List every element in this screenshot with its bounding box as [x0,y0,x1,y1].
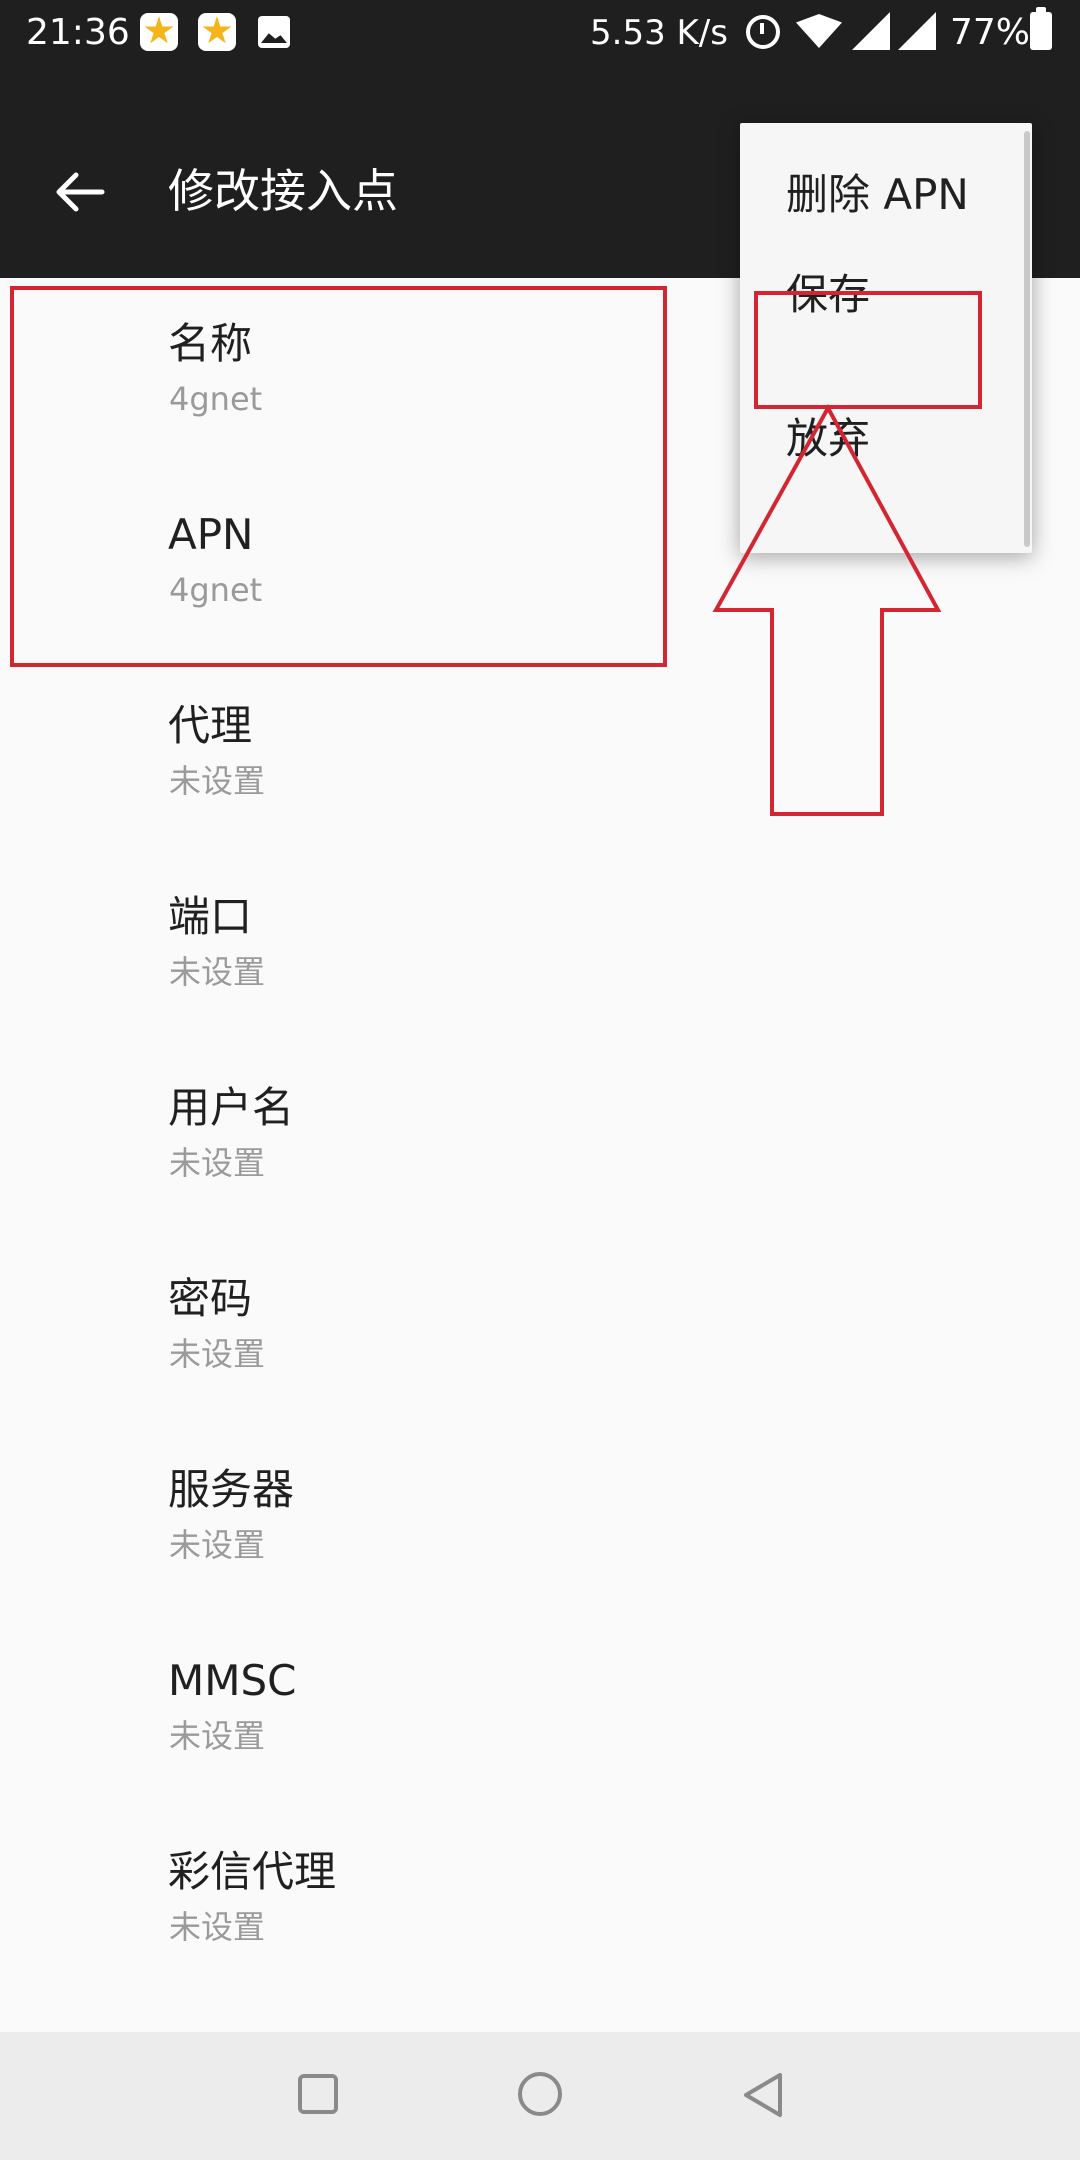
battery-icon [1030,7,1052,50]
item-value: 未设置 [169,1144,266,1182]
list-item-password[interactable]: 密码 未设置 [0,1233,1080,1424]
list-item-username[interactable]: 用户名 未设置 [0,1042,1080,1233]
item-value: 未设置 [169,1908,266,1946]
list-item-server[interactable]: 服务器 未设置 [0,1424,1080,1615]
gallery-icon [258,16,290,48]
signal-icon [852,12,890,50]
item-title: MMSC [168,1656,297,1705]
recents-square-icon[interactable] [298,2074,338,2114]
menu-item-delete-apn[interactable]: 删除 APN [740,123,1032,263]
status-bar: 21:36 5.53 K/s 77% [0,0,1080,66]
item-value: 未设置 [169,1717,266,1755]
notification-app-icon [140,13,178,51]
battery-percent: 77% [950,12,1031,53]
annotation-highlight-name-apn [10,286,667,667]
item-value: 未设置 [169,1526,266,1564]
item-title: 服务器 [168,1465,295,1514]
home-circle-icon[interactable] [518,2072,562,2116]
wifi-icon [796,14,842,48]
item-value: 未设置 [169,762,266,800]
annotation-up-arrow [712,404,942,816]
list-item-mmsc[interactable]: MMSC 未设置 [0,1615,1080,1806]
item-title: 用户名 [168,1083,295,1132]
status-time: 21:36 [26,12,130,53]
signal-icon [898,12,936,50]
notification-app-icon [198,13,236,51]
back-button[interactable] [40,152,120,232]
arrow-left-icon [56,172,105,212]
item-value: 未设置 [169,953,266,991]
item-value: 未设置 [169,1335,266,1373]
item-title: 彩信代理 [168,1847,337,1896]
list-item-mms-proxy[interactable]: 彩信代理 未设置 [0,1806,1080,1997]
network-speed: 5.53 K/s [590,13,728,53]
annotation-highlight-save [754,291,982,409]
list-item-port[interactable]: 端口 未设置 [0,851,1080,1042]
page-title: 修改接入点 [168,164,398,218]
navigation-bar [0,2032,1080,2160]
item-title: 代理 [168,701,253,750]
item-title: 密码 [168,1274,253,1323]
back-triangle-icon[interactable] [740,2070,786,2120]
alarm-icon [746,15,780,49]
item-title: 端口 [168,892,253,941]
menu-item-label: 删除 APN [786,170,969,219]
